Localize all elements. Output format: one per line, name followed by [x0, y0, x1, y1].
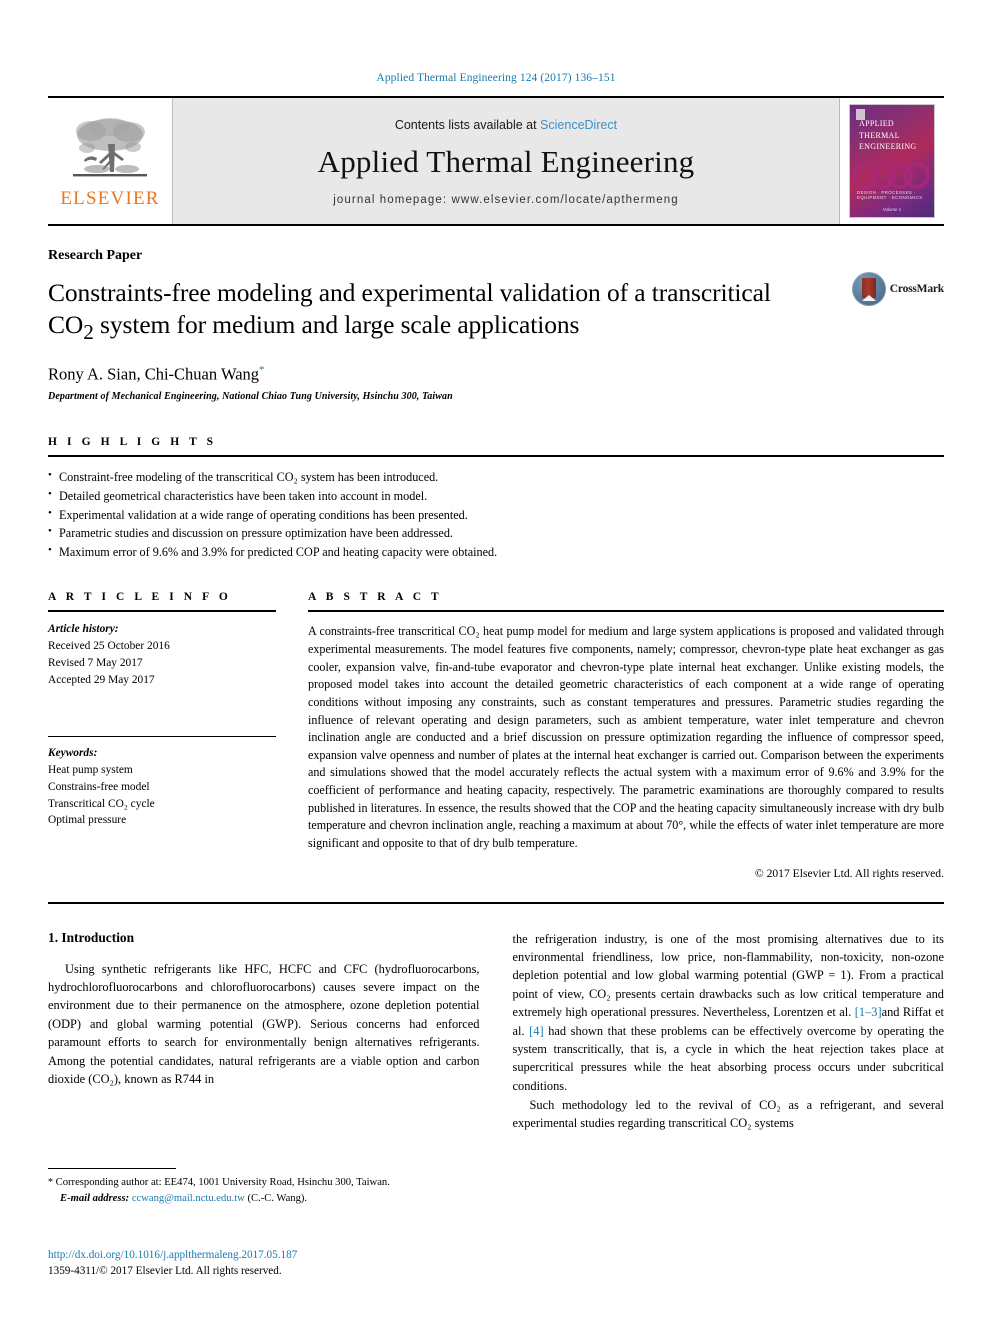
elsevier-tree-icon: [73, 118, 147, 177]
contents-prefix: Contents lists available at: [394, 117, 541, 132]
citation-ref-1[interactable]: [1–3]: [855, 1005, 882, 1019]
keyword-item: Heat pump system: [48, 764, 133, 777]
journal-homepage-link[interactable]: journal homepage: www.elsevier.com/locat…: [333, 194, 679, 206]
list-item: Constraint-free modeling of the transcri…: [48, 468, 944, 487]
highlights-heading: H I G H L I G H T S: [48, 436, 217, 449]
author-names: Rony A. Sian, Chi-Chuan Wang: [48, 364, 260, 384]
article-header: Research Paper Constraints-free modeling…: [48, 248, 944, 402]
issn-copyright-line: 1359-4311/© 2017 Elsevier Ltd. All right…: [48, 1264, 282, 1277]
title-line-1: Constraints-free modeling and experiment…: [48, 278, 771, 307]
list-item: Detailed geometrical characteristics hav…: [48, 486, 944, 506]
intro-right-text-c: had shown that these problems can be eff…: [512, 1023, 945, 1093]
info-abstract-row: A R T I C L E I N F O Article history: R…: [48, 591, 944, 880]
footnote-line-2: E-mail address: ccwang@mail.nctu.edu.tw …: [48, 1191, 468, 1206]
cover-volume: Volume 1: [882, 207, 902, 212]
elsevier-wordmark: ELSEVIER: [60, 188, 160, 209]
citation-ref-4[interactable]: [4]: [529, 1024, 543, 1038]
email-link[interactable]: ccwang@mail.nctu.edu.tw: [132, 1193, 245, 1204]
body-column-right: the refrigeration industry, is one of th…: [513, 930, 945, 1133]
affiliation: Department of Mechanical Engineering, Na…: [48, 391, 453, 403]
contents-available-line: Contents lists available at ScienceDirec…: [395, 118, 617, 132]
email-suffix: (C.-C. Wang).: [244, 1192, 308, 1204]
cover-artwork: APPLIED THERMAL ENGINEERING DESIGN · PRO…: [849, 104, 935, 218]
abstract-heading: A B S T R A C T: [308, 591, 443, 604]
running-head: Applied Thermal Engineering 124 (2017) 1…: [376, 72, 616, 84]
cover-title-line3: ENGINEERING: [859, 142, 917, 152]
page-footer: http://dx.doi.org/10.1016/j.applthermale…: [48, 1248, 297, 1280]
footnote-block: * Corresponding author at: EE474, 1001 U…: [48, 1168, 468, 1206]
highlights-list: Constraint-free modeling of the transcri…: [48, 468, 944, 561]
title-subscript: 2: [83, 320, 94, 345]
article-info-heading: A R T I C L E I N F O: [48, 591, 232, 604]
footnote-rule: [48, 1168, 176, 1169]
crossmark-badge-group[interactable]: CrossMark: [851, 272, 944, 306]
article-history-label: Article history:: [48, 623, 119, 636]
highlights-section: H I G H L I G H T S Constraint-free mode…: [48, 436, 944, 561]
abstract-copyright: © 2017 Elsevier Ltd. All rights reserved…: [754, 866, 944, 880]
cover-title: APPLIED THERMAL ENGINEERING: [859, 118, 917, 153]
journal-title: Applied Thermal Engineering: [317, 143, 695, 179]
cover-title-line1: APPLIED: [859, 119, 894, 128]
crossmark-icon: [851, 272, 886, 306]
corresponding-author-footnote: * Corresponding author at: EE474, 1001 U…: [48, 1175, 468, 1206]
history-received: Received 25 October 2016: [48, 639, 170, 652]
doi-link[interactable]: http://dx.doi.org/10.1016/j.applthermale…: [48, 1248, 297, 1264]
article-info-rule: [48, 610, 276, 613]
masthead-center: Contents lists available at ScienceDirec…: [173, 98, 839, 224]
publisher-logo: ELSEVIER: [48, 98, 173, 224]
sciencedirect-link[interactable]: ScienceDirect: [540, 118, 617, 132]
abstract-bottom-rule: [48, 901, 944, 904]
journal-cover-thumbnail: APPLIED THERMAL ENGINEERING DESIGN · PRO…: [839, 98, 944, 224]
corresponding-author-marker: *: [259, 363, 265, 376]
keyword-item: Optimal pressure: [48, 814, 127, 827]
email-label: E-mail address:: [60, 1192, 130, 1204]
paper-page: Applied Thermal Engineering 124 (2017) 1…: [0, 0, 992, 1323]
intro-paragraph-left: Using synthetic refrigerants like HFC, H…: [48, 961, 480, 1086]
list-item: Experimental validation at a wide range …: [48, 505, 944, 525]
cover-rings-graphic: [850, 159, 934, 189]
page-title: Constraints-free modeling and experiment…: [48, 277, 838, 346]
highlights-rule: [48, 455, 944, 458]
history-accepted: Accepted 29 May 2017: [48, 673, 155, 686]
section-heading-introduction: 1. Introduction: [48, 929, 135, 945]
keyword-item: Constrains-free model: [48, 780, 150, 793]
intro-paragraph-right-1: the refrigeration industry, is one of th…: [513, 930, 945, 1095]
keywords-rule: [48, 736, 276, 738]
author-list: Rony A. Sian, Chi-Chuan Wang*: [48, 364, 944, 385]
abstract-text: A constraints-free transcritical CO₂ hea…: [308, 624, 944, 851]
article-type-kicker: Research Paper: [48, 248, 143, 263]
article-history-block: Article history: Received 25 October 201…: [48, 621, 276, 688]
keyword-item: Transcritical CO₂ cycle: [48, 797, 155, 810]
abstract-column: A B S T R A C T A constraints-free trans…: [308, 591, 944, 880]
cover-subjects: DESIGN · PROCESSES · EQUIPMENT · ECONOMI…: [857, 190, 923, 200]
article-info-column: A R T I C L E I N F O Article history: R…: [48, 591, 276, 880]
journal-masthead: ELSEVIER Contents lists available at Sci…: [48, 96, 944, 226]
title-line-2-prefix: CO: [48, 310, 84, 340]
list-item: Maximum error of 9.6% and 3.9% for predi…: [48, 542, 944, 562]
footnote-line-1: * Corresponding author at: EE474, 1001 U…: [48, 1175, 468, 1191]
body-columns: 1. Introduction Using synthetic refriger…: [48, 930, 944, 1133]
list-item: Parametric studies and discussion on pre…: [48, 523, 944, 543]
title-line-2-rest: system for medium and large scale applic…: [93, 310, 580, 340]
footnote-address: Corresponding author at: EE474, 1001 Uni…: [53, 1177, 390, 1188]
keywords-block: Keywords: Heat pump system Constrains-fr…: [48, 745, 276, 829]
cover-title-line2: THERMAL: [859, 130, 900, 140]
crossmark-label: CrossMark: [889, 283, 944, 295]
intro-paragraph-right-2: Such methodology led to the revival of C…: [512, 1097, 945, 1131]
body-column-left: 1. Introduction Using synthetic refriger…: [48, 930, 480, 1133]
abstract-rule: [308, 610, 944, 613]
keywords-label: Keywords:: [48, 747, 98, 760]
history-revised: Revised 7 May 2017: [48, 656, 143, 669]
